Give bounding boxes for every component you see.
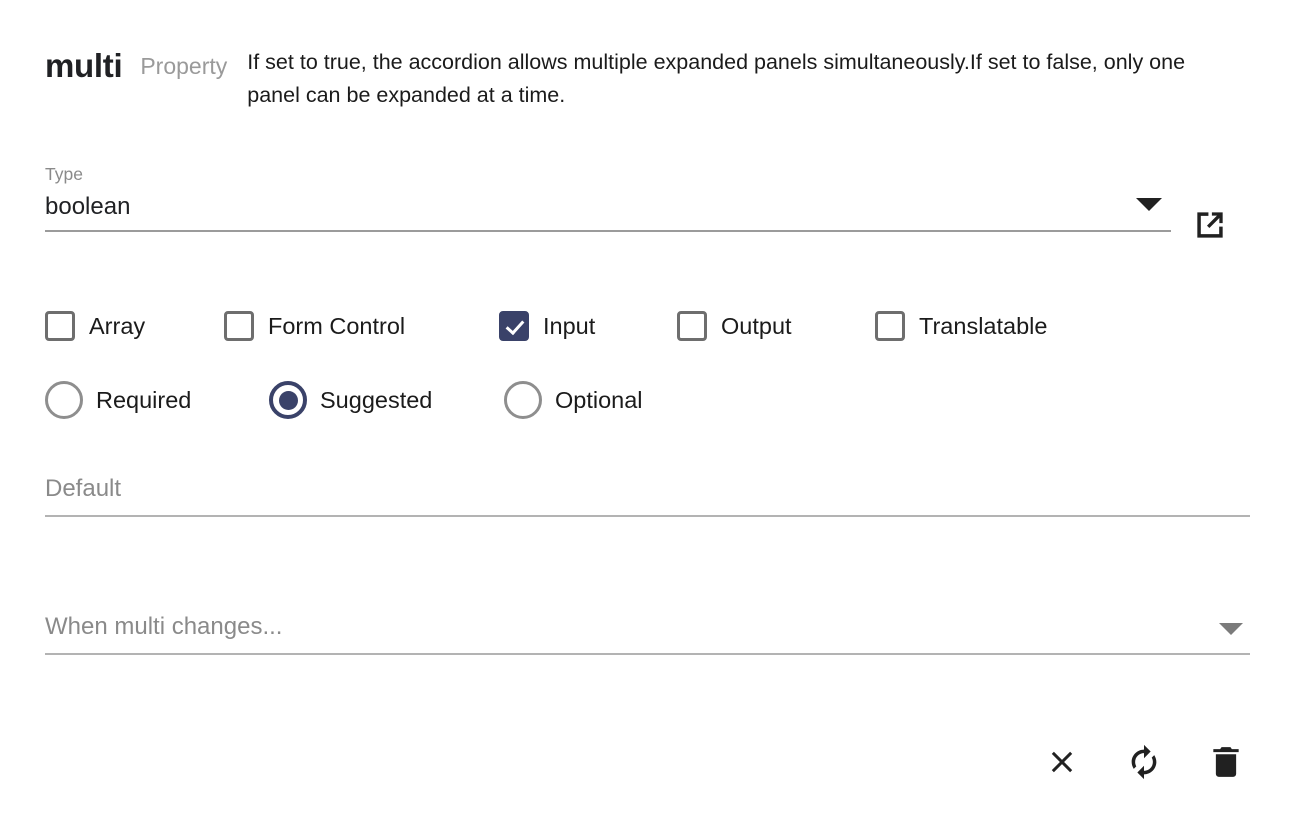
close-button[interactable]: [1040, 740, 1084, 784]
when-changes-underline: [45, 653, 1250, 655]
type-field[interactable]: Type boolean: [45, 163, 1171, 232]
refresh-button[interactable]: [1122, 740, 1166, 784]
chevron-down-icon[interactable]: [1136, 198, 1162, 211]
checkbox-box-input[interactable]: [499, 311, 529, 341]
checkbox-input[interactable]: Input: [499, 311, 677, 341]
checkbox-label-form-control: Form Control: [268, 313, 406, 339]
property-editor-panel: multi Property If set to true, the accor…: [0, 0, 1294, 828]
radio-circle-optional[interactable]: [504, 381, 542, 419]
trash-icon: [1213, 747, 1239, 777]
radio-circle-suggested[interactable]: [269, 381, 307, 419]
checkbox-box-form-control[interactable]: [224, 311, 254, 341]
default-field[interactable]: Default: [45, 472, 1250, 517]
default-field-underline: [45, 515, 1250, 517]
checkbox-label-array: Array: [89, 313, 146, 339]
page-title: multi: [45, 47, 123, 84]
radio-circle-required[interactable]: [45, 381, 83, 419]
open-in-new-icon[interactable]: [1190, 205, 1230, 245]
checkbox-translatable[interactable]: Translatable: [875, 311, 1047, 341]
checkbox-label-output: Output: [721, 313, 792, 339]
checkbox-form-control[interactable]: Form Control: [224, 311, 499, 341]
radio-label-suggested: Suggested: [320, 387, 433, 413]
radio-suggested[interactable]: Suggested: [269, 381, 504, 419]
radio-required[interactable]: Required: [45, 381, 269, 419]
checkbox-label-translatable: Translatable: [919, 313, 1048, 339]
action-toolbar: [1040, 740, 1248, 784]
requirement-radio-group: Required Suggested Optional: [45, 381, 643, 419]
radio-optional[interactable]: Optional: [504, 381, 643, 419]
checkbox-box-translatable[interactable]: [875, 311, 905, 341]
type-field-label: Type: [45, 164, 83, 184]
radio-label-optional: Optional: [555, 387, 643, 413]
checkbox-label-input: Input: [543, 313, 596, 339]
default-field-placeholder[interactable]: Default: [45, 472, 1250, 515]
property-kind-label: Property: [140, 53, 228, 79]
type-field-underline: [45, 230, 1171, 232]
type-field-value[interactable]: boolean: [45, 190, 1171, 230]
checkbox-box-array[interactable]: [45, 311, 75, 341]
when-changes-field[interactable]: When multi changes...: [45, 610, 1250, 655]
property-header: multi Property If set to true, the accor…: [45, 44, 1249, 112]
property-description: If set to true, the accordion allows mul…: [247, 50, 1186, 107]
when-changes-placeholder[interactable]: When multi changes...: [45, 610, 1250, 653]
checkbox-output[interactable]: Output: [677, 311, 875, 341]
checkbox-box-output[interactable]: [677, 311, 707, 341]
delete-button[interactable]: [1204, 740, 1248, 784]
chevron-down-icon-when-changes[interactable]: [1219, 623, 1243, 635]
flags-checkbox-group: Array Form Control Input Output Translat…: [45, 311, 1047, 341]
close-icon: [1051, 751, 1073, 773]
checkbox-array[interactable]: Array: [45, 311, 224, 341]
radio-label-required: Required: [96, 387, 192, 413]
sync-icon: [1131, 744, 1157, 780]
